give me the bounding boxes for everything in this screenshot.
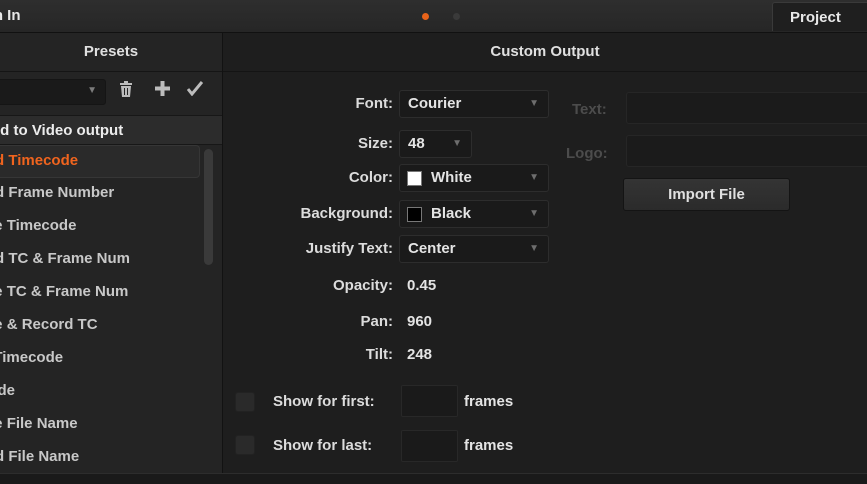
justify-dropdown[interactable]: Center ▼ [399, 235, 549, 263]
chevron-down-icon: ▼ [452, 138, 462, 149]
list-item[interactable]: rce TC & Frame Num [0, 277, 200, 310]
list-item[interactable]: o Timecode [0, 343, 200, 376]
background-label: Background: [300, 205, 393, 222]
logo-label: Logo: [566, 145, 608, 162]
list-item[interactable]: code [0, 376, 200, 409]
show-last-frames-input[interactable] [401, 430, 458, 462]
trash-icon[interactable] [119, 81, 133, 102]
import-file-button[interactable]: Import File [623, 178, 790, 211]
font-label: Font: [355, 95, 393, 112]
bottom-bar [0, 473, 867, 484]
custom-output-panel: Custom Output Font: Courier ▼ Size: 48 ▼… [223, 33, 867, 473]
show-first-label: Show for first: [273, 393, 375, 410]
pan-label: Pan: [360, 313, 393, 330]
add-icon[interactable] [155, 81, 170, 101]
list-item[interactable]: ord Frame Number [0, 178, 200, 211]
background-value: Black [431, 205, 472, 222]
list-item-label: ord TC & Frame Num [0, 250, 131, 267]
list-item-label: rce TC & Frame Num [0, 283, 129, 300]
opacity-label: Opacity: [332, 277, 393, 294]
chevron-down-icon: ▼ [87, 85, 97, 96]
preset-list-scrollbar[interactable] [204, 149, 213, 265]
list-item-label: ord File Name [0, 448, 80, 465]
preset-select[interactable]: ▼ [0, 79, 106, 105]
preset-section-label: ld to Video output [0, 122, 124, 139]
preset-section-header: ld to Video output [0, 115, 222, 145]
show-first-frames-input[interactable] [401, 385, 458, 417]
chevron-down-icon: ▼ [529, 172, 539, 183]
text-label: Text: [572, 101, 607, 118]
page-indicator-active-dot[interactable] [422, 13, 429, 20]
chevron-down-icon: ▼ [529, 243, 539, 254]
chevron-down-icon: ▼ [529, 98, 539, 109]
background-dropdown[interactable]: Black ▼ [399, 200, 549, 228]
show-first-checkbox[interactable] [235, 392, 255, 412]
tab-project[interactable]: Project [772, 2, 867, 31]
color-dropdown[interactable]: White ▼ [399, 164, 549, 192]
list-item-label: o Timecode [0, 349, 64, 366]
list-item-label: rce Timecode [0, 217, 77, 234]
font-value: Courier [408, 95, 462, 112]
show-first-unit: frames [464, 393, 514, 410]
chevron-down-icon: ▼ [529, 208, 539, 219]
list-item-label: rce File Name [0, 415, 78, 432]
tilt-value[interactable]: 248 [407, 346, 432, 363]
justify-value: Center [408, 240, 456, 257]
justify-label: Justify Text: [305, 240, 393, 257]
opacity-value[interactable]: 0.45 [407, 277, 436, 294]
presets-panel: Presets ▼ ld to Video output ord Timecod… [0, 33, 223, 473]
checkmark-icon[interactable] [186, 81, 204, 101]
preset-list: ord Timecode ord Frame Number rce Timeco… [0, 145, 200, 475]
window-title: rn In [0, 7, 21, 24]
color-value: White [431, 169, 472, 186]
show-last-unit: frames [464, 437, 514, 454]
text-input[interactable] [626, 92, 867, 124]
pan-value[interactable]: 960 [407, 313, 432, 330]
color-label: Color: [348, 169, 393, 186]
presets-toolbar: ▼ [0, 72, 222, 112]
page-indicator-dot[interactable] [453, 13, 460, 20]
list-item[interactable]: rce Timecode [0, 211, 200, 244]
logo-input[interactable] [626, 135, 867, 167]
custom-output-header: Custom Output [223, 33, 867, 72]
list-item[interactable]: ord File Name [0, 442, 200, 475]
list-item-label: rce & Record TC [0, 316, 98, 333]
list-item[interactable]: rce File Name [0, 409, 200, 442]
list-item[interactable]: ord TC & Frame Num [0, 244, 200, 277]
size-label: Size: [357, 135, 393, 152]
size-value: 48 [408, 135, 425, 152]
color-swatch [407, 171, 422, 186]
show-last-label: Show for last: [273, 437, 373, 454]
tilt-label: Tilt: [365, 346, 393, 363]
background-swatch [407, 207, 422, 222]
list-item[interactable]: rce & Record TC [0, 310, 200, 343]
show-last-checkbox[interactable] [235, 435, 255, 455]
title-bar: rn In Project [0, 0, 867, 33]
presets-header: Presets [0, 33, 222, 72]
size-dropdown[interactable]: 48 ▼ [399, 130, 472, 158]
list-item-label: ord Timecode [0, 152, 79, 169]
list-item-label: ord Frame Number [0, 184, 115, 201]
list-item[interactable]: ord Timecode [0, 145, 200, 178]
tab-project-label: Project [790, 9, 841, 26]
list-item-label: code [0, 382, 16, 399]
font-dropdown[interactable]: Courier ▼ [399, 90, 549, 118]
